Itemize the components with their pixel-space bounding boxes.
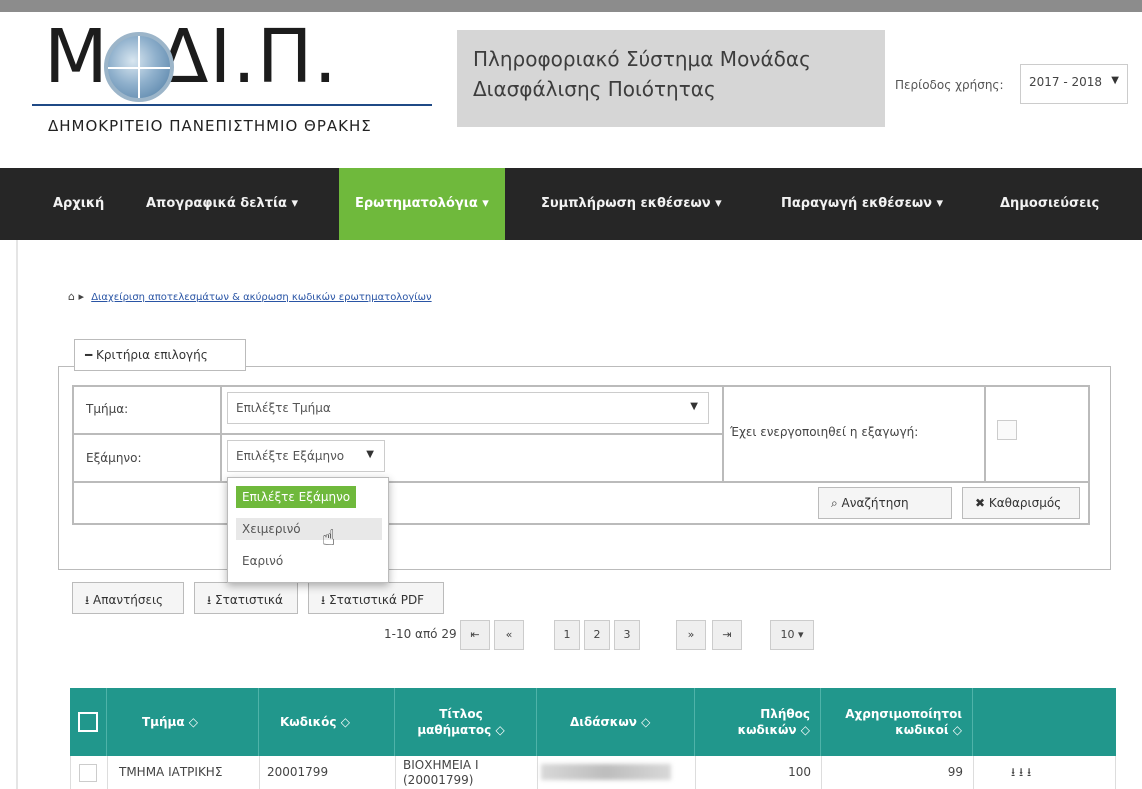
semester-label: Εξάμηνο:: [86, 451, 142, 465]
row-checkbox[interactable]: [79, 764, 97, 782]
download-icon: ⭳: [85, 593, 94, 607]
download-icon: ⭳: [207, 593, 216, 607]
nav-publications[interactable]: Δημοσιεύσεις: [1000, 168, 1099, 240]
prev-page-button[interactable]: «: [494, 620, 524, 650]
next-page-button[interactable]: »: [676, 620, 706, 650]
period-value: 2017 - 2018: [1029, 75, 1103, 89]
system-title-box: Πληροφοριακό Σύστημα Μονάδας Διασφάλισης…: [457, 30, 885, 127]
export-answers-button[interactable]: ⭳ Απαντήσεις: [72, 582, 184, 614]
close-icon: ✖: [975, 496, 989, 510]
export-label-cell: Έχει ενεργοποιηθεί η εξαγωγή:: [723, 386, 985, 482]
first-page-button[interactable]: ⇤: [460, 620, 490, 650]
export-statistics-pdf-label: Στατιστικά PDF: [329, 593, 425, 607]
export-statistics-pdf-button[interactable]: ⭳ Στατιστικά PDF: [308, 582, 444, 614]
system-title-line1: Πληροφοριακό Σύστημα Μονάδας: [473, 47, 811, 71]
filter-legend-label: Κριτήρια επιλογής: [96, 348, 208, 362]
pagination-summary: 1-10 από 29: [384, 627, 457, 641]
nav-questionnaires[interactable]: Ερωτηματολόγια ▾: [339, 168, 505, 240]
clear-button[interactable]: ✖ Καθαρισμός: [962, 487, 1080, 519]
download-icon: ⭳: [321, 593, 330, 607]
page-button-2[interactable]: 2: [584, 620, 610, 650]
column-codes-count[interactable]: Πλήθος κωδικών ◇: [706, 688, 810, 756]
period-select[interactable]: 2017 - 2018 ▼: [1020, 64, 1128, 104]
semester-option-spring[interactable]: Εαρινό: [236, 550, 289, 572]
home-icon[interactable]: ⌂ ▸: [68, 290, 84, 303]
column-unused-codes[interactable]: Αχρησιμοποίητοι κωδικοί ◇: [826, 688, 962, 756]
caret-down-icon: ▼: [366, 449, 374, 460]
filter-legend-toggle[interactable]: ━ Κριτήρια επιλογής: [74, 339, 246, 371]
semester-label-cell: Εξάμηνο:: [73, 434, 221, 482]
hand-cursor-icon: ☝: [322, 526, 336, 551]
cell-codes-count: 100: [788, 765, 811, 779]
export-enabled-label: Έχει ενεργοποιηθεί η εξαγωγή:: [730, 425, 919, 439]
main-navbar: Αρχική Απογραφικά δελτία ▾ Ερωτηματολόγι…: [0, 168, 1142, 240]
semester-option-select[interactable]: Επιλέξτε Εξάμηνο: [236, 486, 357, 508]
clear-button-label: Καθαρισμός: [988, 496, 1062, 510]
export-enabled-checkbox[interactable]: [997, 420, 1017, 440]
column-code[interactable]: Κωδικός ◇: [280, 688, 350, 756]
page-size-select[interactable]: 10 ▾: [770, 620, 814, 650]
semester-option-winter[interactable]: Χειμερινό: [236, 518, 382, 540]
cell-course-title-line2: (20001799): [403, 773, 474, 787]
semester-select-value: Επιλέξτε Εξάμηνο: [236, 449, 345, 463]
search-button-label: Αναζήτηση: [841, 496, 909, 510]
department-label: Τμήμα:: [86, 402, 129, 416]
logo-underline: [32, 104, 432, 106]
top-strip: [0, 0, 1142, 12]
export-answers-label: Απαντήσεις: [93, 593, 164, 607]
semester-dropdown-menu: Επιλέξτε Εξάμηνο Χειμερινό Εαρινό: [227, 477, 389, 583]
cell-department: ΤΜΗΜΑ ΙΑΤΡΙΚΗΣ: [119, 765, 223, 779]
caret-down-icon: ▼: [690, 401, 698, 412]
breadcrumb: ⌂ ▸ Διαχείριση αποτελεσμάτων & ακύρωση κ…: [68, 290, 432, 303]
cell-code: 20001799: [267, 765, 329, 779]
cell-course-title: ΒΙΟΧΗΜΕΙΑ Ι (20001799): [403, 758, 479, 788]
logo-subtitle: ΔΗΜΟΚΡΙΤΕΙΟ ΠΑΝΕΠΙΣΤΗΜΙΟ ΘΡΑΚΗΣ: [48, 117, 372, 135]
row-download-actions[interactable]: ⭳ ⭳ ⭳: [1011, 765, 1031, 780]
department-select-value: Επιλέξτε Τμήμα: [236, 401, 331, 415]
column-department[interactable]: Τμήμα ◇: [142, 688, 198, 756]
table-row: ΤΜΗΜΑ ΙΑΤΡΙΚΗΣ 20001799 ΒΙΟΧΗΜΕΙΑ Ι (200…: [70, 756, 1116, 789]
semester-select[interactable]: Επιλέξτε Εξάμηνο ▼: [227, 440, 385, 472]
nav-report-filling[interactable]: Συμπλήρωση εκθέσεων ▾: [541, 168, 722, 240]
department-label-cell: Τμήμα:: [73, 386, 221, 434]
system-title-line2: Διασφάλισης Ποιότητας: [473, 77, 716, 101]
results-table-header: Τμήμα ◇ Κωδικός ◇ Τίτλος μαθήματος ◇ Διδ…: [70, 688, 1116, 756]
period-label: Περίοδος χρήσης:: [895, 78, 1004, 92]
column-teacher[interactable]: Διδάσκων ◇: [570, 688, 650, 756]
logo-globe-icon: [104, 32, 174, 102]
department-select[interactable]: Επιλέξτε Τμήμα ▼: [227, 392, 709, 424]
nav-home[interactable]: Αρχική: [53, 168, 104, 240]
university-logo[interactable]: Μ .ΔΙ.Π. ΔΗΜΟΚΡΙΤΕΙΟ ΠΑΝΕΠΙΣΤΗΜΙΟ ΘΡΑΚΗΣ: [32, 14, 434, 142]
collapse-icon: ━: [85, 348, 97, 362]
cell-course-title-line1: ΒΙΟΧΗΜΕΙΑ Ι: [403, 758, 479, 772]
cell-unused-codes: 99: [947, 765, 963, 779]
redacted-teacher-name: [541, 764, 671, 780]
search-icon: ⌕: [831, 496, 842, 510]
logo-text: Μ .ΔΙ.Π.: [44, 14, 339, 100]
nav-report-generation[interactable]: Παραγωγή εκθέσεων ▾: [781, 168, 943, 240]
caret-down-icon: ▼: [1111, 75, 1119, 86]
breadcrumb-link[interactable]: Διαχείριση αποτελεσμάτων & ακύρωση κωδικ…: [91, 292, 431, 303]
last-page-button[interactable]: ⇥: [712, 620, 742, 650]
export-statistics-button[interactable]: ⭳ Στατιστικά: [194, 582, 298, 614]
nav-inventory-sheets[interactable]: Απογραφικά δελτία ▾: [146, 168, 298, 240]
column-course-title[interactable]: Τίτλος μαθήματος ◇: [416, 688, 506, 756]
page-button-1[interactable]: 1: [554, 620, 580, 650]
export-statistics-label: Στατιστικά: [215, 593, 283, 607]
select-all-checkbox[interactable]: [78, 712, 98, 732]
search-button[interactable]: ⌕ Αναζήτηση: [818, 487, 952, 519]
page-button-3[interactable]: 3: [614, 620, 640, 650]
